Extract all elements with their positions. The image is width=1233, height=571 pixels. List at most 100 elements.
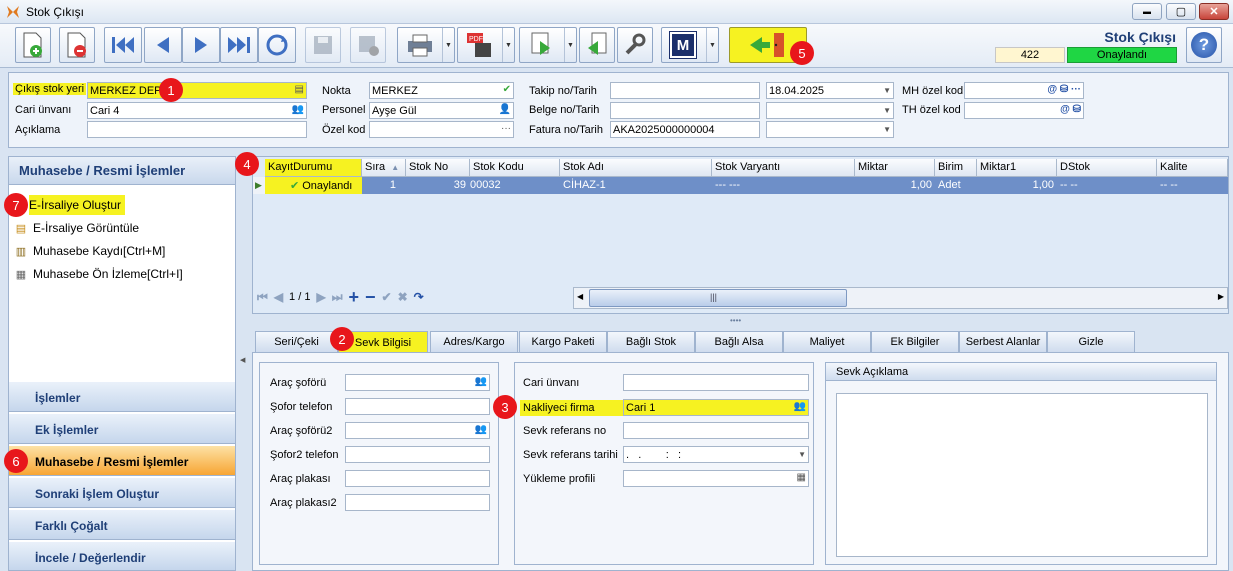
- pdf-dropdown-icon[interactable]: ▼: [502, 28, 514, 62]
- collapse-arrow-icon[interactable]: ◀: [240, 356, 245, 364]
- splitter-grip[interactable]: ••••: [730, 316, 741, 325]
- chevron-down-icon[interactable]: ▼: [883, 86, 891, 95]
- people-icon[interactable]: 👥: [794, 401, 806, 412]
- col-stok-varyanti[interactable]: Stok Varyantı: [712, 159, 855, 177]
- tab-adres-kargo[interactable]: Adres/Kargo: [430, 331, 518, 352]
- tab-gizle[interactable]: Gizle: [1047, 331, 1135, 352]
- nav-ek-islemler[interactable]: Ek İşlemler: [9, 413, 235, 444]
- horizontal-scrollbar[interactable]: ◀ ||| ▶: [573, 287, 1228, 309]
- tab-ek-bilgiler[interactable]: Ek Bilgiler: [871, 331, 959, 352]
- import-dropdown-icon[interactable]: ▼: [564, 28, 576, 62]
- cancel-row-icon[interactable]: ✖: [398, 290, 408, 304]
- check-icon[interactable]: ✔: [503, 84, 511, 95]
- sevk-referans-no-field[interactable]: [623, 422, 809, 439]
- nav-sonraki-islem-olustur[interactable]: Sonraki İşlem Oluştur: [9, 477, 235, 508]
- help-button[interactable]: ?: [1186, 27, 1222, 63]
- col-stok-kodu[interactable]: Stok Kodu: [470, 159, 560, 177]
- aciklama-field[interactable]: [87, 121, 307, 138]
- people-icon[interactable]: 👥: [292, 104, 304, 115]
- undo-icon[interactable]: ↷: [414, 290, 424, 304]
- sevk-referans-tarihi-field[interactable]: . . : : ▼: [623, 446, 809, 463]
- tab-serbest-alanlar[interactable]: Serbest Alanlar: [959, 331, 1047, 352]
- calculator-icon[interactable]: ▦: [797, 472, 806, 483]
- mh-ozel-kod-field[interactable]: @ ⛁ ···: [964, 82, 1084, 99]
- save-button[interactable]: [305, 27, 341, 63]
- belge-date-field[interactable]: ▼: [766, 102, 894, 119]
- chevron-down-icon[interactable]: ▼: [883, 125, 891, 134]
- belge-no-field[interactable]: [610, 102, 760, 119]
- refresh-button[interactable]: [258, 27, 296, 63]
- e-irsaliye-olustur-item[interactable]: E-İrsaliye Oluştur: [29, 195, 126, 215]
- col-sira[interactable]: Sıra ▲: [362, 159, 406, 177]
- col-dstok[interactable]: DStok: [1057, 159, 1157, 177]
- scroll-left-icon[interactable]: ◀: [577, 292, 583, 301]
- print-button[interactable]: ▼: [397, 27, 455, 63]
- close-button[interactable]: ✕: [1199, 3, 1229, 20]
- first-record-button[interactable]: [104, 27, 142, 63]
- nav-islemler[interactable]: İşlemler: [9, 381, 235, 412]
- cari-unvani-field[interactable]: Cari 4 👥: [87, 102, 307, 119]
- add-row-icon[interactable]: +: [349, 287, 360, 308]
- people-icon[interactable]: 👥: [475, 376, 487, 387]
- scrollbar-thumb[interactable]: |||: [589, 289, 847, 307]
- maximize-button[interactable]: ▢: [1166, 3, 1196, 20]
- sofor2-telefon-field[interactable]: [345, 446, 490, 463]
- scroll-right-icon[interactable]: ▶: [1218, 292, 1224, 301]
- sevk-aciklama-textarea[interactable]: [836, 393, 1208, 557]
- fatura-no-field[interactable]: AKA2025000000004: [610, 121, 760, 138]
- ellipsis-icon[interactable]: ···: [501, 123, 511, 134]
- import-button[interactable]: ▼: [519, 27, 577, 63]
- muhasebe-kaydi-item[interactable]: ▥ Muhasebe Kaydı[Ctrl+M]: [13, 241, 166, 261]
- nav-first-icon[interactable]: ⏮: [257, 290, 268, 305]
- arac-soforu2-field[interactable]: 👥: [345, 422, 490, 439]
- col-stok-adi[interactable]: Stok Adı: [560, 159, 712, 177]
- m-dropdown-icon[interactable]: ▼: [706, 28, 718, 62]
- takip-no-field[interactable]: [610, 82, 760, 99]
- cikis-stok-yeri-field[interactable]: MERKEZ DEPO ▤: [87, 82, 307, 99]
- tab-seri-ceki[interactable]: Seri/Çeki: [255, 331, 338, 352]
- remove-row-icon[interactable]: −: [365, 287, 376, 308]
- export-button[interactable]: [579, 27, 615, 63]
- nav-next-icon[interactable]: ▶: [316, 290, 325, 304]
- tab-kargo-paketi[interactable]: Kargo Paketi: [519, 331, 607, 352]
- nokta-field[interactable]: MERKEZ ✔: [369, 82, 514, 99]
- person-lookup-icon[interactable]: 👤: [499, 104, 511, 115]
- panel-splitter[interactable]: ◀: [238, 156, 248, 571]
- minimize-button[interactable]: ▬: [1132, 3, 1162, 20]
- col-stok-no[interactable]: Stok No: [406, 159, 470, 177]
- tab-maliyet[interactable]: Maliyet: [783, 331, 871, 352]
- e-irsaliye-goruntule-item[interactable]: ▤ E-İrsaliye Görüntüle: [13, 218, 139, 238]
- print-dropdown-icon[interactable]: ▼: [442, 28, 454, 62]
- nav-prev-icon[interactable]: ◀: [274, 290, 283, 304]
- m-button[interactable]: M ▼: [661, 27, 719, 63]
- col-birim[interactable]: Birim: [935, 159, 977, 177]
- muhasebe-on-izleme-item[interactable]: ▦ Muhasebe Ön İzleme[Ctrl+I]: [13, 264, 183, 284]
- ozel-kod-field[interactable]: ···: [369, 121, 514, 138]
- pdf-export-button[interactable]: PDF ▼: [457, 27, 515, 63]
- yukleme-profili-field[interactable]: ▦: [623, 470, 809, 487]
- col-kayit-durumu[interactable]: KayıtDurumu: [265, 159, 362, 177]
- settings-button[interactable]: [617, 27, 653, 63]
- nav-muhasebe-resmi-islemler[interactable]: Muhasebe / Resmi İşlemler: [9, 445, 235, 476]
- nakliyeci-firma-field[interactable]: Cari 1 👥: [623, 399, 809, 416]
- sofor-telefon-field[interactable]: [345, 398, 490, 415]
- th-ozel-kod-field[interactable]: @ ⛁: [964, 102, 1084, 119]
- table-row[interactable]: ▶ ✔ Onaylandı 1 39 00032 CİHAZ-1 --- --- …: [253, 177, 1228, 194]
- lookup-icon[interactable]: ▤: [295, 84, 304, 95]
- fatura-date-field[interactable]: ▼: [766, 121, 894, 138]
- at-lookup-icon[interactable]: @ ⛁: [1060, 104, 1081, 115]
- arac-plakasi2-field[interactable]: [345, 494, 490, 511]
- confirm-row-icon[interactable]: ✔: [382, 290, 392, 304]
- col-miktar[interactable]: Miktar: [855, 159, 935, 177]
- takip-date-field[interactable]: 18.04.2025 ▼: [766, 82, 894, 99]
- last-record-button[interactable]: [220, 27, 258, 63]
- col-kalite[interactable]: Kalite: [1157, 159, 1228, 177]
- arac-soforu-field[interactable]: 👥: [345, 374, 490, 391]
- chevron-down-icon[interactable]: ▼: [798, 450, 806, 459]
- personel-field[interactable]: Ayşe Gül 👤: [369, 102, 514, 119]
- tab-bagli-alsa[interactable]: Bağlı Alsa: [695, 331, 783, 352]
- arac-plakasi-field[interactable]: [345, 470, 490, 487]
- col-miktar1[interactable]: Miktar1: [977, 159, 1057, 177]
- next-record-button[interactable]: [182, 27, 220, 63]
- previous-record-button[interactable]: [144, 27, 182, 63]
